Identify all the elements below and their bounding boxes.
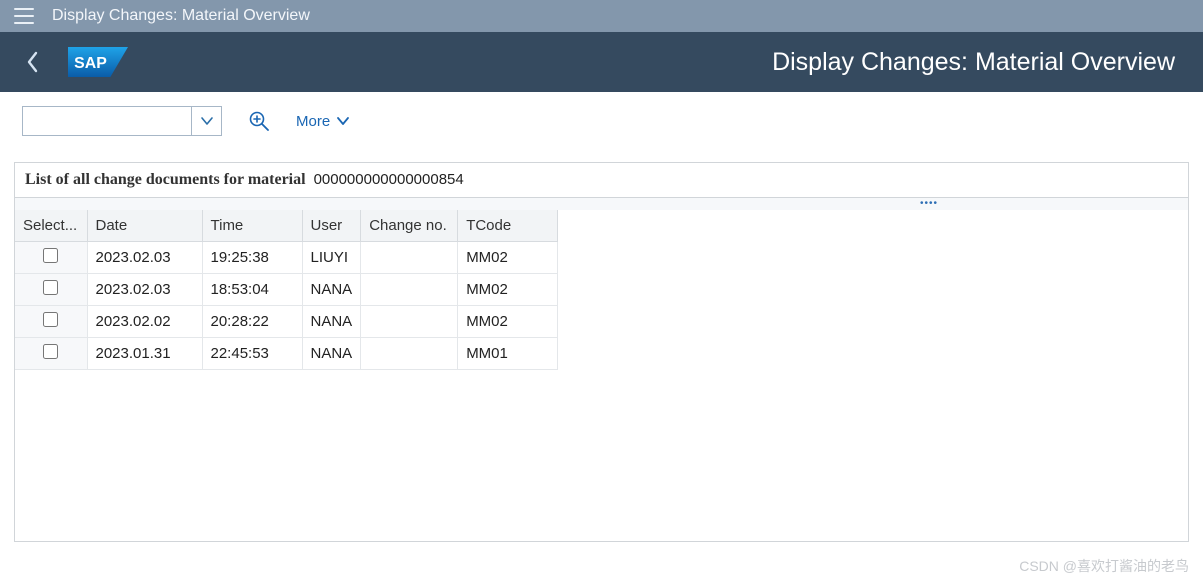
cell-user: NANA xyxy=(302,306,361,338)
column-header-date[interactable]: Date xyxy=(87,210,202,242)
table-row[interactable]: 2023.01.3122:45:53NANA MM01 xyxy=(15,338,558,370)
list-caption-bar: List of all change documents for materia… xyxy=(14,162,1189,198)
list-caption-text: List of all change documents for materia… xyxy=(25,171,306,189)
cell-change-no xyxy=(361,306,458,338)
cell-date: 2023.02.03 xyxy=(87,242,202,274)
cell-user: LIUYI xyxy=(302,242,361,274)
column-header-change-no[interactable]: Change no. xyxy=(361,210,458,242)
more-label: More xyxy=(296,113,330,130)
splitter-bar[interactable]: •••• xyxy=(14,198,1189,210)
cell-change-no xyxy=(361,338,458,370)
change-documents-table: Select... Date Time User Change no. TCod… xyxy=(15,210,558,370)
content-area: List of all change documents for materia… xyxy=(0,162,1203,542)
row-select-cell xyxy=(15,242,87,274)
cell-user: NANA xyxy=(302,338,361,370)
table-header-row: Select... Date Time User Change no. TCod… xyxy=(15,210,558,242)
cell-tcode: MM02 xyxy=(458,274,558,306)
sap-logo: SAP xyxy=(68,47,128,77)
cell-date: 2023.02.03 xyxy=(87,274,202,306)
cell-time: 19:25:38 xyxy=(202,242,302,274)
cell-user: NANA xyxy=(302,274,361,306)
row-select-checkbox[interactable] xyxy=(43,312,58,327)
drag-dots-icon: •••• xyxy=(920,198,938,210)
column-header-time[interactable]: Time xyxy=(202,210,302,242)
back-button[interactable] xyxy=(18,47,48,77)
chevron-down-icon xyxy=(336,116,350,126)
cell-change-no xyxy=(361,242,458,274)
topbar-title: Display Changes: Material Overview xyxy=(52,7,310,25)
command-field-dropdown[interactable] xyxy=(22,106,222,136)
material-number: 000000000000000854 xyxy=(314,171,464,188)
cell-time: 22:45:53 xyxy=(202,338,302,370)
cell-tcode: MM01 xyxy=(458,338,558,370)
column-header-user[interactable]: User xyxy=(302,210,361,242)
table-row[interactable]: 2023.02.0318:53:04NANA MM02 xyxy=(15,274,558,306)
table-row[interactable]: 2023.02.0220:28:22NANA MM02 xyxy=(15,306,558,338)
cell-date: 2023.02.02 xyxy=(87,306,202,338)
row-select-checkbox[interactable] xyxy=(43,280,58,295)
column-header-tcode[interactable]: TCode xyxy=(458,210,558,242)
more-menu[interactable]: More xyxy=(296,113,350,130)
chevron-left-icon xyxy=(26,51,40,73)
row-select-cell xyxy=(15,306,87,338)
change-documents-table-wrapper: Select... Date Time User Change no. TCod… xyxy=(14,210,1189,542)
row-select-cell xyxy=(15,274,87,306)
table-row[interactable]: 2023.02.0319:25:38LIUYI MM02 xyxy=(15,242,558,274)
column-header-select[interactable]: Select... xyxy=(15,210,87,242)
cell-time: 18:53:04 xyxy=(202,274,302,306)
cell-tcode: MM02 xyxy=(458,306,558,338)
toolbar: More xyxy=(0,92,1203,162)
row-select-checkbox[interactable] xyxy=(43,248,58,263)
cell-time: 20:28:22 xyxy=(202,306,302,338)
page-title: Display Changes: Material Overview xyxy=(772,48,1185,77)
cell-change-no xyxy=(361,274,458,306)
chevron-down-icon[interactable] xyxy=(191,107,221,135)
cell-date: 2023.01.31 xyxy=(87,338,202,370)
svg-text:SAP: SAP xyxy=(74,55,107,72)
row-select-checkbox[interactable] xyxy=(43,344,58,359)
zoom-in-icon[interactable] xyxy=(248,110,270,132)
hamburger-menu-icon[interactable] xyxy=(14,8,34,24)
watermark: CSDN @喜欢打酱油的老鸟 xyxy=(1019,556,1189,576)
top-menubar: Display Changes: Material Overview xyxy=(0,0,1203,32)
header-bar: SAP Display Changes: Material Overview xyxy=(0,32,1203,92)
row-select-cell xyxy=(15,338,87,370)
cell-tcode: MM02 xyxy=(458,242,558,274)
